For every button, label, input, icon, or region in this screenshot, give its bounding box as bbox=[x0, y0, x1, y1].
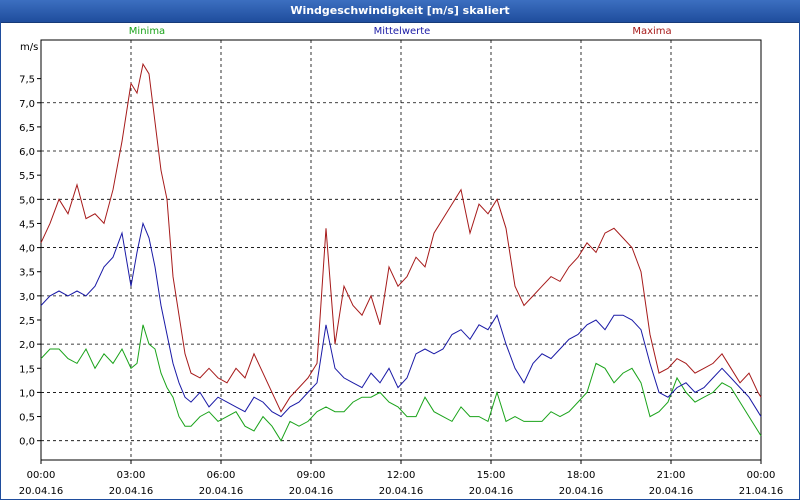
y-tick-label: 3,5 bbox=[19, 268, 35, 279]
y-tick-label: 6,5 bbox=[19, 123, 35, 134]
y-tick-label: 0,0 bbox=[19, 437, 35, 448]
y-tick-label: 7,0 bbox=[19, 99, 35, 110]
wind-speed-chart: 0,0 0,5 1,0 1,5 2,0 2,5 3,0 3,5 4,0 4,5 5,0 5,5 6,0 6… bbox=[19, 26, 784, 497]
y-tick-label: 3,0 bbox=[19, 292, 35, 303]
y-axis-label: m/s bbox=[20, 42, 38, 53]
x-tick-date: 20.04.16 bbox=[379, 486, 424, 497]
x-tick-date: 20.04.16 bbox=[19, 486, 64, 497]
x-tick-time: 00:00 bbox=[747, 470, 776, 481]
x-tick-time: 00:00 bbox=[27, 470, 56, 481]
x-tick-time: 03:00 bbox=[117, 470, 146, 481]
x-tick-date: 21.04.16 bbox=[739, 486, 784, 497]
x-tick-time: 09:00 bbox=[297, 470, 326, 481]
y-tick-label: 7,5 bbox=[19, 75, 35, 86]
x-tick-time: 21:00 bbox=[657, 470, 686, 481]
x-tick-date: 20.04.16 bbox=[469, 486, 514, 497]
x-tick-time: 15:00 bbox=[477, 470, 506, 481]
legend-item-mittelwerte: Mittelwerte bbox=[374, 26, 431, 37]
x-tick-time: 18:00 bbox=[567, 470, 596, 481]
y-tick-label: 5,0 bbox=[19, 195, 35, 206]
x-tick-date: 20.04.16 bbox=[199, 486, 244, 497]
x-tick-date: 20.04.16 bbox=[649, 486, 694, 497]
y-tick-label: 4,5 bbox=[19, 219, 35, 230]
y-tick-label: 5,5 bbox=[19, 171, 35, 182]
y-tick-label: 6,0 bbox=[19, 147, 35, 158]
legend-item-maxima: Maxima bbox=[632, 26, 671, 37]
y-axis-ticks: 0,0 0,5 1,0 1,5 2,0 2,5 3,0 3,5 4,0 4,5 5,0 5,5 6,0 6… bbox=[19, 75, 41, 448]
y-tick-label: 4,0 bbox=[19, 244, 35, 255]
x-tick-date: 20.04.16 bbox=[559, 486, 604, 497]
y-tick-label: 1,0 bbox=[19, 388, 35, 399]
x-tick-time: 12:00 bbox=[387, 470, 416, 481]
x-tick-date: 20.04.16 bbox=[289, 486, 334, 497]
y-tick-label: 0,5 bbox=[19, 413, 35, 424]
legend-item-minima: Minima bbox=[129, 26, 165, 37]
legend: Minima Mittelwerte Maxima bbox=[129, 26, 672, 37]
x-axis-ticks: 00:00 20.04.16 03:00 20.04.16 06:00 20.04.16 0… bbox=[19, 460, 784, 497]
y-tick-label: 1,5 bbox=[19, 364, 35, 375]
x-tick-date: 20.04.16 bbox=[109, 486, 154, 497]
y-tick-label: 2,5 bbox=[19, 316, 35, 327]
y-tick-label: 2,0 bbox=[19, 340, 35, 351]
x-tick-time: 06:00 bbox=[207, 470, 236, 481]
